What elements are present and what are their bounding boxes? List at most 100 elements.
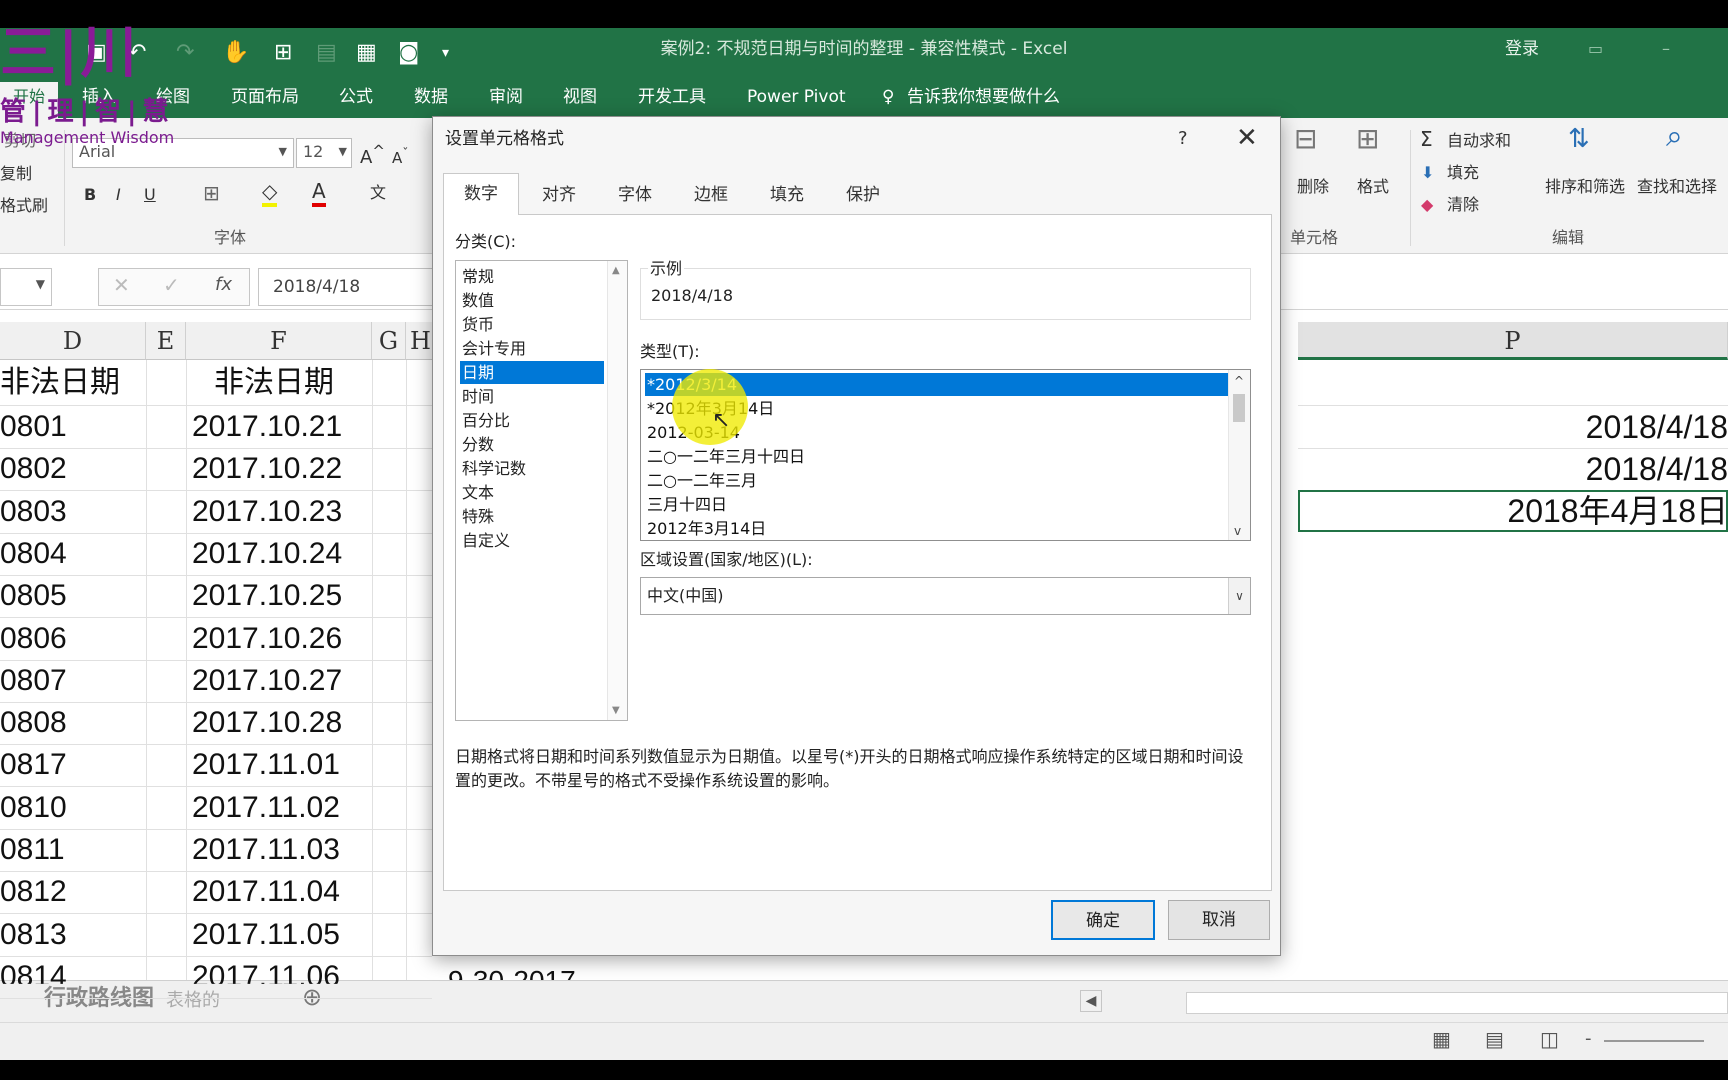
fill-color-icon[interactable]: ◇ bbox=[262, 179, 278, 207]
cell-f-row[interactable]: 2017.10.27 bbox=[192, 660, 342, 702]
cell-d-row[interactable]: 0803 bbox=[0, 491, 67, 533]
scroll-down-icon[interactable]: v bbox=[1234, 524, 1241, 538]
cell-f-row[interactable]: 2017.11.04 bbox=[192, 871, 340, 913]
delete-cells-icon[interactable]: ⊟ bbox=[1294, 125, 1317, 153]
tab-data[interactable]: 数据 bbox=[414, 84, 448, 110]
tab-number[interactable]: 数字 bbox=[443, 173, 519, 215]
tab-power-pivot[interactable]: Power Pivot bbox=[747, 84, 846, 110]
category-scrollbar[interactable]: ▲ ▼ bbox=[607, 261, 627, 720]
header-cell-d[interactable]: 非法日期 bbox=[0, 362, 120, 404]
scroll-left-icon[interactable]: ◀ bbox=[1080, 990, 1102, 1012]
cell-f-row[interactable]: 2017.10.22 bbox=[192, 448, 342, 490]
category-item[interactable]: 文本 bbox=[460, 481, 604, 504]
ribbon-display-icon[interactable]: ▭ bbox=[1588, 36, 1603, 62]
format-cells-icon[interactable]: ⊞ bbox=[1356, 125, 1379, 153]
autosum-icon[interactable]: Σ bbox=[1420, 128, 1433, 150]
cell-d-row[interactable]: 0810 bbox=[0, 787, 67, 829]
phonetic-icon[interactable]: 文 bbox=[370, 182, 386, 204]
cell-p-row2[interactable]: 2018/4/18 bbox=[1586, 448, 1728, 490]
fill-down-icon[interactable]: ⬇ bbox=[1421, 162, 1434, 184]
category-item[interactable]: 百分比 bbox=[460, 409, 604, 432]
zoom-out-icon[interactable]: - bbox=[1585, 1028, 1592, 1050]
cell-f-row[interactable]: 2017.10.28 bbox=[192, 702, 342, 744]
header-cell-f[interactable]: 非法日期 bbox=[214, 362, 334, 404]
cell-d-row[interactable]: 0806 bbox=[0, 618, 67, 660]
cell-d-row[interactable]: 0807 bbox=[0, 660, 67, 702]
font-color-icon[interactable]: A bbox=[312, 179, 326, 207]
find-select-button[interactable]: 查找和选择 bbox=[1637, 176, 1717, 198]
sheet-tab-2[interactable]: 表格的 bbox=[166, 990, 220, 1012]
bold-button[interactable]: B bbox=[84, 184, 96, 206]
sort-filter-icon[interactable]: ⇅ bbox=[1568, 126, 1590, 152]
category-item[interactable]: 时间 bbox=[460, 385, 604, 408]
cell-f-row[interactable]: 2017.10.21 bbox=[192, 406, 342, 448]
sort-filter-button[interactable]: 排序和筛选 bbox=[1545, 176, 1625, 198]
tab-border[interactable]: 边框 bbox=[677, 177, 745, 213]
column-header-d[interactable]: D bbox=[0, 322, 146, 360]
category-item[interactable]: 科学记数 bbox=[460, 457, 604, 480]
cell-d-row[interactable]: 0808 bbox=[0, 702, 67, 744]
tell-me-search[interactable]: 告诉我你想要做什么 bbox=[907, 84, 1060, 110]
fill-button[interactable]: 填充 bbox=[1447, 162, 1479, 184]
formula-input[interactable]: 2018/4/18 bbox=[258, 268, 438, 306]
category-item[interactable]: 日期 bbox=[460, 361, 604, 384]
scroll-up-icon[interactable]: ^ bbox=[1234, 374, 1244, 388]
cell-f-row[interactable]: 2017.10.23 bbox=[192, 491, 342, 533]
scroll-thumb[interactable] bbox=[1233, 394, 1245, 422]
cell-f-row[interactable]: 2017.10.26 bbox=[192, 618, 342, 660]
scroll-down-icon[interactable]: ▼ bbox=[612, 705, 620, 716]
column-header-f[interactable]: F bbox=[186, 322, 372, 360]
page-break-view-icon[interactable]: ◫ bbox=[1540, 1028, 1559, 1050]
cancel-entry-icon[interactable]: ✕ bbox=[113, 273, 130, 297]
zoom-slider[interactable] bbox=[1604, 1040, 1704, 1042]
horizontal-scrollbar[interactable] bbox=[1186, 992, 1728, 1014]
clear-button[interactable]: 清除 bbox=[1447, 194, 1479, 216]
copy-button[interactable]: 复制 bbox=[0, 163, 32, 185]
minimize-icon[interactable]: – bbox=[1662, 36, 1670, 62]
autosum-button[interactable]: 自动求和 bbox=[1447, 130, 1511, 152]
font-size-select[interactable]: 12 ▼ bbox=[296, 138, 352, 168]
cell-f-row[interactable]: 2017.11.03 bbox=[192, 829, 340, 871]
normal-view-icon[interactable]: ▦ bbox=[1432, 1028, 1451, 1050]
insert-function-icon[interactable]: fx bbox=[215, 274, 232, 295]
tab-protection[interactable]: 保护 bbox=[829, 177, 897, 213]
italic-button[interactable]: I bbox=[116, 184, 121, 206]
borders-icon[interactable]: ⊞ bbox=[203, 182, 220, 204]
cell-p-row1[interactable]: 2018/4/18 bbox=[1586, 406, 1728, 448]
column-header-g[interactable]: G bbox=[372, 322, 406, 360]
help-icon[interactable]: ? bbox=[1178, 127, 1188, 151]
underline-button[interactable]: U bbox=[144, 184, 156, 206]
cell-d-row[interactable]: 0811 bbox=[0, 829, 65, 871]
type-item[interactable]: 二○一二年三月十四日 bbox=[645, 445, 1231, 468]
locale-select[interactable]: 中文(中国) ∨ bbox=[640, 577, 1251, 615]
category-item[interactable]: 自定义 bbox=[460, 529, 604, 552]
delete-cells-button[interactable]: 删除 bbox=[1297, 176, 1329, 198]
type-item[interactable]: 2012年3月14日 bbox=[645, 517, 1231, 540]
cell-d-row[interactable]: 0805 bbox=[0, 575, 67, 617]
increase-font-icon[interactable]: A^ bbox=[360, 140, 385, 169]
tab-developer[interactable]: 开发工具 bbox=[638, 84, 706, 110]
tab-formulas[interactable]: 公式 bbox=[339, 84, 373, 110]
cell-d-row[interactable]: 0812 bbox=[0, 871, 67, 913]
find-select-icon[interactable]: ⌕ bbox=[1666, 122, 1683, 152]
category-list[interactable]: 常规 数值 货币 会计专用 日期 时间 百分比 分数 科学记数 文本 特殊 自定义 ▲ ▼ bbox=[455, 260, 628, 721]
sheet-tab-1[interactable]: 行政路线图 bbox=[44, 988, 154, 1010]
format-cells-button[interactable]: 格式 bbox=[1357, 176, 1389, 198]
cell-f-row[interactable]: 2017.11.02 bbox=[192, 787, 340, 829]
cell-d-row[interactable]: 0804 bbox=[0, 533, 67, 575]
type-item[interactable]: 三月十四日 bbox=[645, 493, 1231, 516]
category-item[interactable]: 会计专用 bbox=[460, 337, 604, 360]
cancel-button[interactable]: 取消 bbox=[1168, 900, 1270, 940]
cell-d-row[interactable]: 0802 bbox=[0, 448, 67, 490]
category-item[interactable]: 常规 bbox=[460, 265, 604, 288]
page-layout-view-icon[interactable]: ▤ bbox=[1485, 1028, 1504, 1050]
cell-d-row[interactable]: 0817 bbox=[0, 744, 67, 786]
decrease-font-icon[interactable]: Aˇ bbox=[392, 142, 409, 169]
category-item[interactable]: 货币 bbox=[460, 313, 604, 336]
confirm-entry-icon[interactable]: ✓ bbox=[163, 273, 180, 297]
type-scrollbar[interactable]: ^ v bbox=[1228, 370, 1250, 540]
tab-review[interactable]: 审阅 bbox=[489, 84, 523, 110]
chevron-down-icon[interactable]: ∨ bbox=[1228, 578, 1250, 614]
tab-fill[interactable]: 填充 bbox=[753, 177, 821, 213]
cell-f-row[interactable]: 2017.10.24 bbox=[192, 533, 342, 575]
